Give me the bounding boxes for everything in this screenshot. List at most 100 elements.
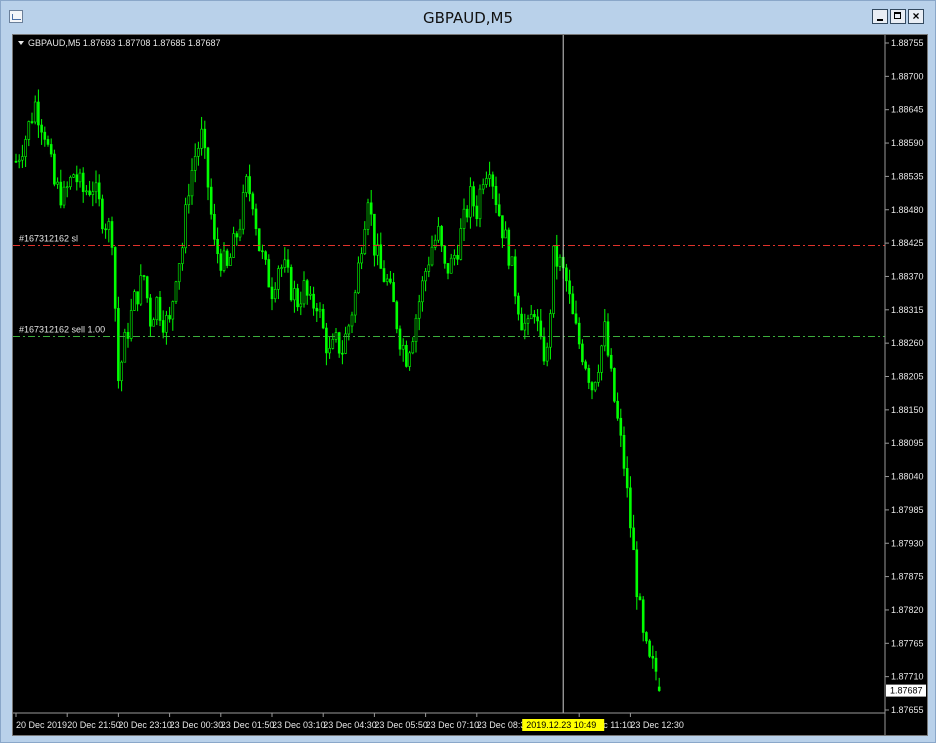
candle-body	[219, 253, 223, 271]
candle-body	[110, 221, 114, 248]
candle-body	[475, 205, 479, 220]
price-chart[interactable]: #167312162 sl #167312162 sell 1.00 GBPAUD…	[12, 34, 928, 736]
candle-body	[168, 315, 171, 320]
candle-body	[171, 301, 175, 320]
candle-body	[139, 275, 143, 305]
candle-body	[264, 251, 267, 260]
candle-body	[27, 121, 31, 140]
candle-body	[145, 276, 149, 299]
candle-body	[136, 291, 139, 305]
price-tick-label: 1.88590	[891, 138, 924, 148]
candle-body	[197, 148, 200, 157]
candle-body	[577, 322, 581, 345]
candle-body	[341, 352, 344, 355]
candle-body	[366, 202, 370, 230]
time-tick-label: 23 Dec 07:10	[426, 720, 480, 730]
candle-body	[59, 181, 63, 206]
candle-body	[539, 320, 543, 337]
candle-body	[424, 271, 427, 282]
candle-body	[174, 281, 178, 302]
candle-body	[440, 226, 443, 247]
candle-body	[584, 361, 587, 369]
candle-body	[456, 255, 459, 260]
candle-body	[85, 190, 88, 193]
candle-body	[385, 278, 389, 282]
candle-body	[312, 293, 315, 309]
candle-body	[549, 313, 552, 348]
candle-body	[289, 267, 293, 301]
time-tick-label: 23 Dec 00:30	[170, 720, 224, 730]
candle-body	[616, 400, 619, 419]
candle-body	[379, 244, 383, 269]
candle-body	[91, 191, 95, 196]
candle-body	[392, 282, 395, 303]
candle-body	[536, 316, 539, 322]
candle-body	[43, 131, 47, 140]
candle-body	[606, 321, 610, 356]
candle-body	[446, 263, 450, 274]
candle-body	[504, 229, 507, 239]
candle-body	[641, 599, 645, 633]
price-tick-label: 1.88535	[891, 171, 924, 181]
candle-body	[622, 435, 626, 469]
candle-body	[609, 354, 613, 369]
candle-body	[472, 186, 475, 207]
candle-body	[651, 656, 655, 659]
candle-body	[88, 190, 91, 196]
candle-body	[165, 315, 168, 333]
order-lines: #167312162 sl #167312162 sell 1.00	[13, 234, 885, 337]
maximize-icon[interactable]	[890, 9, 906, 24]
candle-body	[571, 293, 575, 315]
candle-body	[24, 139, 27, 157]
candle-body	[286, 259, 290, 268]
price-tick-label: 1.88040	[891, 472, 924, 482]
candle-body	[632, 527, 635, 551]
minimize-icon[interactable]	[872, 9, 888, 24]
candle-body	[414, 317, 418, 342]
candle-body	[225, 250, 229, 266]
price-tick-label: 1.87930	[891, 538, 924, 548]
close-icon[interactable]: ×	[908, 9, 924, 24]
candle-body	[33, 101, 37, 123]
candle-body	[149, 297, 152, 327]
candle-body	[389, 278, 392, 283]
candle-body	[523, 322, 527, 331]
title-bar[interactable]: GBPAUD,M5 ×	[1, 1, 935, 35]
window-title: GBPAUD,M5	[422, 9, 514, 27]
candle-body	[177, 263, 181, 283]
order-label: #167312162 sl	[19, 234, 78, 244]
candle-body	[497, 204, 501, 216]
time-tick-label: 20 Dec 23:10	[118, 720, 172, 730]
time-tick-label: 23 Dec 04:30	[323, 720, 377, 730]
price-tick-label: 1.88370	[891, 271, 924, 281]
candle-body	[382, 268, 386, 282]
candle-body	[513, 256, 517, 297]
candle-body	[251, 193, 255, 210]
candle-body	[305, 280, 309, 296]
candle-body	[309, 293, 312, 296]
candle-body	[62, 186, 66, 206]
candle-body	[635, 549, 639, 598]
candle-body	[542, 336, 546, 362]
time-tick-label: 23 Dec 03:10	[272, 720, 326, 730]
symbol-info: GBPAUD,M5 1.87693 1.87708 1.87685 1.8768…	[28, 38, 220, 48]
candle-body	[155, 297, 159, 321]
candle-body	[437, 226, 440, 241]
candle-body	[369, 202, 373, 215]
candle-body	[481, 184, 485, 190]
chart-window: GBPAUD,M5 × #167312162 sl #167312162 sell…	[0, 0, 936, 743]
candle-body	[353, 292, 357, 316]
time-tick-label: 20 Dec 21:50	[67, 720, 121, 730]
symbol-menu-icon[interactable]	[18, 41, 24, 45]
candle-body	[654, 657, 658, 672]
candle-body	[401, 344, 405, 350]
candle-body	[261, 250, 264, 253]
chart-canvas[interactable]: #167312162 sl #167312162 sell 1.00 GBPAUD…	[13, 35, 927, 735]
candle-body	[129, 310, 133, 339]
candle-body	[347, 325, 351, 335]
candle-body	[478, 188, 482, 220]
candle-body	[331, 338, 335, 349]
candle-body	[587, 368, 591, 383]
candle-body	[459, 228, 463, 260]
price-tick-label: 1.88095	[891, 438, 924, 448]
